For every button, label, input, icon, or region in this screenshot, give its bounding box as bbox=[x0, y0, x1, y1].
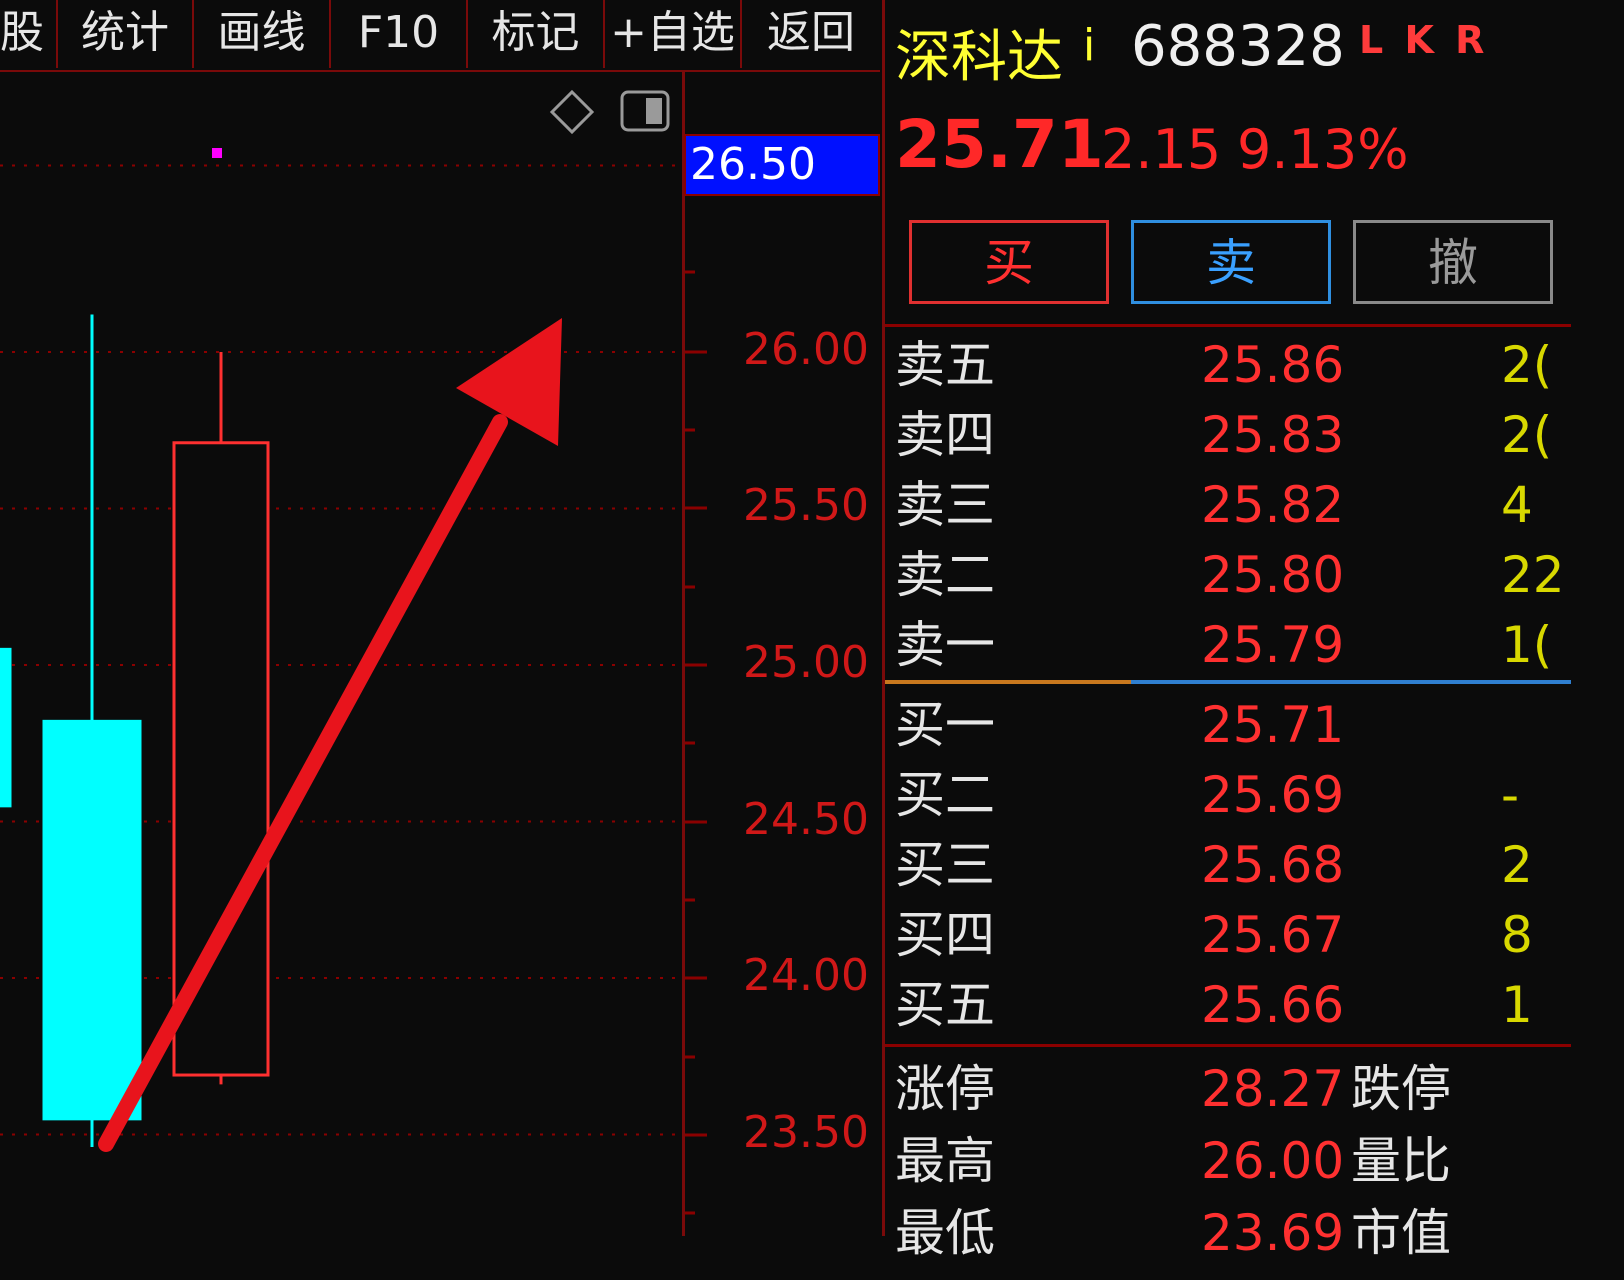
price-change: 2.15 bbox=[1101, 118, 1222, 181]
bid-price: 25.67 bbox=[1201, 906, 1345, 964]
sell-button[interactable]: 卖 bbox=[1131, 220, 1331, 304]
chart-toolbar: 股 统计 画线 F10 标记 +自选 返回 bbox=[0, 0, 880, 72]
stat-label: 最高 bbox=[895, 1132, 995, 1190]
toolbar-stats-button[interactable]: 统计 bbox=[58, 0, 194, 68]
current-price-marker: 26.50 bbox=[684, 134, 880, 196]
divider bbox=[885, 324, 1571, 327]
ask-price: 25.80 bbox=[1201, 546, 1345, 604]
orderbook-divider-left bbox=[885, 680, 1131, 684]
ask-row[interactable]: 卖三 25.82 4 bbox=[885, 470, 1571, 540]
bid-row[interactable]: 买三 25.68 2 bbox=[885, 830, 1571, 900]
ask-label: 卖四 bbox=[895, 406, 995, 464]
bid-row[interactable]: 买五 25.66 1 bbox=[885, 970, 1571, 1040]
axis-tick-label: 26.00 bbox=[743, 324, 869, 375]
ask-volume: 2( bbox=[1501, 406, 1553, 464]
event-marker[interactable] bbox=[212, 148, 222, 158]
bid-volume: 8 bbox=[1501, 906, 1533, 964]
info-icon[interactable]: i bbox=[1083, 20, 1095, 71]
bid-label: 买三 bbox=[895, 836, 995, 894]
stat-label-secondary: 跌停 bbox=[1351, 1060, 1451, 1118]
toolbar-draw-line-button[interactable]: 画线 bbox=[194, 0, 331, 68]
bid-price: 25.69 bbox=[1201, 766, 1345, 824]
candles bbox=[0, 314, 270, 1148]
axis-tick-label: 25.00 bbox=[743, 637, 869, 688]
axis-tick-label: 23.50 bbox=[743, 1107, 869, 1158]
ask-volume: 2( bbox=[1501, 336, 1553, 394]
stock-code: 688328 bbox=[1131, 14, 1345, 79]
bid-row[interactable]: 买四 25.67 8 bbox=[885, 900, 1571, 970]
candle-body[interactable] bbox=[0, 647, 12, 808]
ask-row[interactable]: 卖一 25.79 1( bbox=[885, 610, 1571, 680]
diamond-icon[interactable] bbox=[549, 89, 595, 135]
stat-label: 最低 bbox=[895, 1204, 995, 1262]
ask-label: 卖一 bbox=[895, 616, 995, 674]
stat-value: 26.00 bbox=[1201, 1132, 1345, 1190]
quote-panel: 深科达 i 688328 L K R 25.71 2.15 9.13% 买 卖 … bbox=[882, 0, 1571, 1262]
ask-label: 卖三 bbox=[895, 476, 995, 534]
buy-button[interactable]: 买 bbox=[909, 220, 1109, 304]
bid-volume: 2 bbox=[1501, 836, 1533, 894]
ask-row[interactable]: 卖五 25.86 2( bbox=[885, 330, 1571, 400]
toolbar-add-watchlist-button[interactable]: +自选 bbox=[605, 0, 742, 68]
stock-name[interactable]: 深科达 bbox=[895, 12, 1063, 93]
axis-tick-label: 24.50 bbox=[743, 794, 869, 845]
cancel-order-button[interactable]: 撤 bbox=[1353, 220, 1553, 304]
divider bbox=[885, 1044, 1571, 1047]
toolbar-stock-button[interactable]: 股 bbox=[0, 0, 58, 68]
stat-value: 28.27 bbox=[1201, 1060, 1345, 1118]
bid-volume: 1 bbox=[1501, 976, 1533, 1034]
ask-price: 25.83 bbox=[1201, 406, 1345, 464]
kline-chart[interactable] bbox=[0, 72, 682, 1236]
stat-label: 涨停 bbox=[895, 1060, 995, 1118]
orderbook-divider-right bbox=[1131, 680, 1571, 684]
price-change-percent: 9.13% bbox=[1237, 118, 1409, 181]
stat-value: 23.69 bbox=[1201, 1204, 1345, 1262]
last-price: 25.71 bbox=[895, 106, 1104, 183]
bid-label: 买四 bbox=[895, 906, 995, 964]
stock-tags: L K R bbox=[1359, 18, 1489, 62]
ask-row[interactable]: 卖二 25.80 22 bbox=[885, 540, 1571, 610]
bid-price: 25.68 bbox=[1201, 836, 1345, 894]
ask-volume: 22 bbox=[1501, 546, 1565, 604]
bid-volume: - bbox=[1501, 766, 1520, 824]
price-axis: 26.00 25.50 25.00 24.50 24.00 23.50 bbox=[682, 72, 883, 1236]
stat-label-secondary: 市值 bbox=[1351, 1204, 1451, 1262]
kline-svg bbox=[0, 89, 682, 1152]
bid-price: 25.66 bbox=[1201, 976, 1345, 1034]
ask-price: 25.79 bbox=[1201, 616, 1345, 674]
stat-row-low: 最低 23.69 市值 bbox=[885, 1196, 1571, 1270]
bid-label: 买一 bbox=[895, 696, 995, 754]
stat-label-secondary: 量比 bbox=[1351, 1132, 1451, 1190]
toolbar-f10-button[interactable]: F10 bbox=[331, 0, 468, 68]
ask-label: 卖二 bbox=[895, 546, 995, 604]
ask-price: 25.86 bbox=[1201, 336, 1345, 394]
panel-toggle-icon[interactable] bbox=[620, 90, 670, 132]
bid-row[interactable]: 买二 25.69 - bbox=[885, 760, 1571, 830]
candle-body[interactable] bbox=[42, 719, 142, 1121]
bid-label: 买二 bbox=[895, 766, 995, 824]
axis-tick-label: 25.50 bbox=[743, 480, 869, 531]
axis-tick-label: 24.00 bbox=[743, 950, 869, 1001]
bid-row[interactable]: 买一 25.71 bbox=[885, 690, 1571, 760]
toolbar-back-button[interactable]: 返回 bbox=[742, 0, 880, 68]
bid-label: 买五 bbox=[895, 976, 995, 1034]
ask-row[interactable]: 卖四 25.83 2( bbox=[885, 400, 1571, 470]
ask-volume: 1( bbox=[1501, 616, 1553, 674]
stat-row-high: 最高 26.00 量比 bbox=[885, 1124, 1571, 1198]
ask-volume: 4 bbox=[1501, 476, 1533, 534]
stat-row-limit: 涨停 28.27 跌停 bbox=[885, 1052, 1571, 1126]
ask-label: 卖五 bbox=[895, 336, 995, 394]
ask-price: 25.82 bbox=[1201, 476, 1345, 534]
toolbar-mark-button[interactable]: 标记 bbox=[468, 0, 605, 68]
bid-price: 25.71 bbox=[1201, 696, 1345, 754]
